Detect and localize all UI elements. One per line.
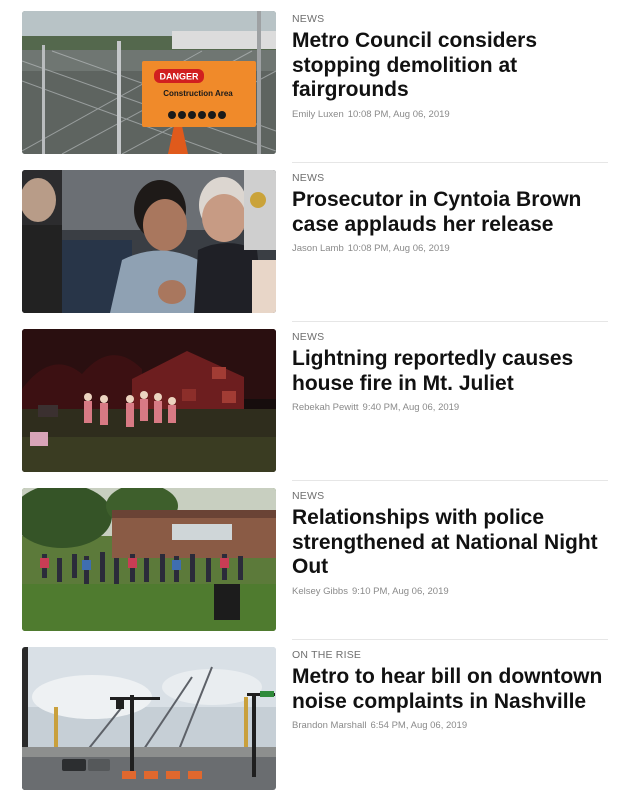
sign-title: DANGER [159,72,199,82]
downtown-cranes-photo [22,647,276,790]
story-card[interactable]: NEWS Relationships with police strengthe… [22,488,608,640]
byline: Rebekah Pewitt 9:40 PM, Aug 06, 2019 [292,402,608,414]
section-label[interactable]: NEWS [292,13,608,25]
story-text: ON THE RISE Metro to hear bill on downto… [276,647,608,790]
story-text: NEWS Relationships with police strengthe… [276,488,608,640]
night-out-photo [22,488,276,631]
byline: Emily Luxen 10:08 PM, Aug 06, 2019 [292,109,608,121]
author-name[interactable]: Rebekah Pewitt [292,402,359,413]
story-thumbnail[interactable] [22,647,276,790]
courtroom-photo [22,170,276,313]
byline: Jason Lamb 10:08 PM, Aug 06, 2019 [292,243,608,255]
story-headline[interactable]: Prosecutor in Cyntoia Brown case applaud… [292,188,608,237]
story-text: NEWS Prosecutor in Cyntoia Brown case ap… [276,170,608,322]
timestamp: 6:54 PM, Aug 06, 2019 [370,720,468,731]
story-headline[interactable]: Lightning reportedly causes house fire i… [292,347,608,396]
story-thumbnail[interactable]: DANGER Construction Area [22,11,276,154]
house-fire-photo [22,329,276,472]
section-label[interactable]: NEWS [292,490,608,502]
story-headline[interactable]: Relationships with police strengthened a… [292,506,608,580]
story-card[interactable]: NEWS Lightning reportedly causes house f… [22,329,608,481]
story-thumbnail[interactable] [22,170,276,313]
story-card[interactable]: DANGER Construction Area NEWS Metro Coun… [22,11,608,163]
byline: Kelsey Gibbs 9:10 PM, Aug 06, 2019 [292,586,608,598]
sign-subtitle: Construction Area [163,89,233,98]
byline: Brandon Marshall 6:54 PM, Aug 06, 2019 [292,720,608,732]
story-text: NEWS Lightning reportedly causes house f… [276,329,608,481]
story-thumbnail[interactable] [22,329,276,472]
section-label[interactable]: ON THE RISE [292,649,608,661]
story-card[interactable]: ON THE RISE Metro to hear bill on downto… [22,647,608,790]
story-feed: DANGER Construction Area NEWS Metro Coun… [22,11,608,790]
construction-photo: DANGER Construction Area [22,11,276,154]
author-name[interactable]: Jason Lamb [292,243,344,254]
story-headline[interactable]: Metro to hear bill on downtown noise com… [292,665,608,714]
section-label[interactable]: NEWS [292,172,608,184]
story-headline[interactable]: Metro Council considers stopping demolit… [292,29,608,103]
timestamp: 10:08 PM, Aug 06, 2019 [347,108,450,120]
section-label[interactable]: NEWS [292,331,608,343]
timestamp: 10:08 PM, Aug 06, 2019 [347,243,450,254]
story-card[interactable]: NEWS Prosecutor in Cyntoia Brown case ap… [22,170,608,322]
author-name[interactable]: Kelsey Gibbs [292,586,348,597]
story-thumbnail[interactable] [22,488,276,631]
author-name[interactable]: Emily Luxen [292,109,344,120]
story-text: NEWS Metro Council considers stopping de… [276,11,608,163]
timestamp: 9:40 PM, Aug 06, 2019 [362,402,460,413]
author-name[interactable]: Brandon Marshall [292,720,366,731]
timestamp: 9:10 PM, Aug 06, 2019 [351,585,449,597]
